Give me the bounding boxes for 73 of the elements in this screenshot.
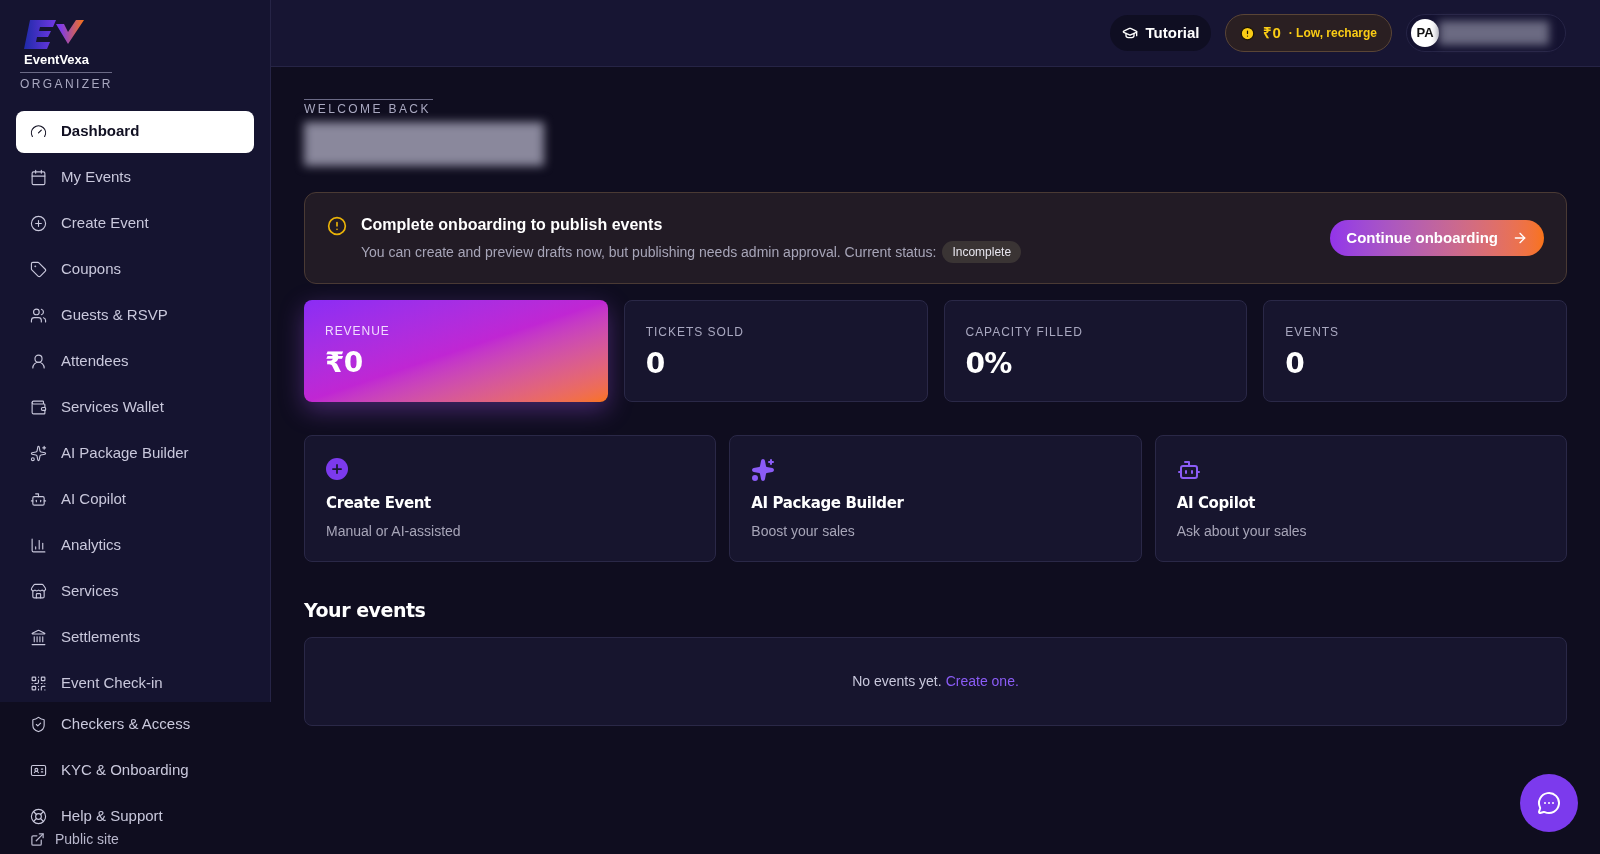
shield-check-icon [30,715,47,733]
sidebar-item[interactable]: Checkers & Access [16,703,255,745]
stat-value: 0 [645,346,666,382]
sparkle-icon [751,458,776,482]
store-icon [30,583,47,600]
stat-value: 0 [1285,346,1306,382]
wallet-amount: ₹0 [1263,22,1281,43]
robot-icon [30,491,47,508]
sidebar-item[interactable]: Coupons [16,248,254,291]
lifebuoy-icon [30,807,47,825]
action-title: AI Package Builder [751,493,905,514]
action-card[interactable]: AI Package Builder Boost your sales [729,435,1142,562]
stat-value: 0% [965,346,1013,382]
empty-message: No events yet. [852,671,942,691]
banner-text: You can create and preview drafts now, but publishing needs admin approval. Current status: [361,242,937,262]
arrow-right-icon [1512,230,1528,246]
alert-icon [327,216,347,236]
wallet-balance-button[interactable]: ₹0 · Low, recharge [1225,14,1392,52]
sidebar-item[interactable]: Analytics [16,524,254,567]
robot-icon [1176,458,1201,482]
user-avatar: PA [1411,19,1439,47]
sidebar-item[interactable]: Create Event [16,202,254,245]
qr-code-icon [30,675,47,692]
sidebar-item[interactable]: AI Package Builder [16,432,254,475]
tag-icon [30,261,47,278]
create-one-link[interactable]: Create one. [945,670,1019,692]
section-heading: Your events [304,598,427,623]
sidebar-item[interactable]: KYC & Onboarding [16,749,255,791]
action-card[interactable]: AI Copilot Ask about your sales [1154,435,1567,562]
stat-value: ₹0 [325,345,364,381]
users-icon [30,307,47,324]
stat-label: TICKETS SOLD [645,324,745,341]
sidebar-item[interactable]: Dashboard [16,110,254,153]
user-menu-button[interactable]: PA [1406,14,1566,52]
action-title: AI Copilot [1176,493,1257,514]
public-site-link[interactable]: Public site [30,829,271,850]
sidebar-item[interactable]: Services Wallet [16,386,254,429]
bar-chart-icon [30,537,47,554]
sparkle-icon [30,445,47,462]
stat-label: CAPACITY FILLED [965,324,1084,341]
graduation-cap-icon [1121,25,1138,41]
status-badge: Incomplete [942,241,1022,263]
sidebar-item[interactable]: Guests & RSVP [16,294,254,337]
stat-label: EVENTS [1285,324,1341,341]
sidebar-item[interactable]: Event Check-in [16,662,254,705]
action-title: Create Event [326,493,432,514]
chat-icon [1537,791,1561,815]
action-subtitle: Ask about your sales [1176,521,1308,541]
alert-icon [1240,25,1256,41]
sidebar-item[interactable]: Settlements [16,616,254,659]
user-icon [30,353,47,370]
calendar-icon [30,169,47,186]
stat-label: REVENUE [325,323,391,340]
sidebar-item[interactable]: Services [16,570,254,613]
sidebar-item[interactable]: My Events [16,156,254,199]
action-subtitle: Boost your sales [751,521,856,541]
action-subtitle: Manual or AI-assisted [326,521,462,541]
brand-role: ORGANIZER [20,75,113,93]
sidebar-item[interactable]: Attendees [16,340,254,383]
banner-title: Complete onboarding to publish events [361,215,664,235]
welcome-label: WELCOME BACK [304,99,433,118]
gauge-icon [30,123,47,140]
plus-circle-icon [30,215,47,232]
wallet-note: · Low, recharge [1288,25,1377,42]
external-link-icon [30,832,45,847]
continue-onboarding-button[interactable]: Continue onboarding [1330,220,1544,256]
brand-name: EventVexa [24,51,90,69]
action-card[interactable]: Create Event Manual or AI-assisted [304,435,717,562]
tutorial-button[interactable]: Tutorial [1109,15,1212,51]
bank-icon [30,629,47,646]
sidebar-item[interactable]: AI Copilot [16,478,254,521]
wallet-icon [30,399,47,416]
chat-button[interactable] [1520,774,1578,832]
